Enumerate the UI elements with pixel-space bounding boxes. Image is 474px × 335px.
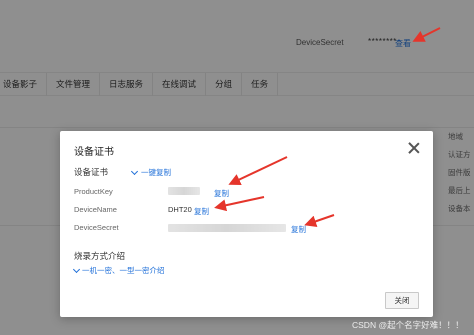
chevron-down-icon [72, 265, 81, 273]
device-name-label: DeviceName [74, 205, 117, 214]
close-icon[interactable] [407, 141, 421, 155]
burn-method-title: 烧录方式介绍 [74, 251, 126, 261]
product-key-label: ProductKey [74, 187, 113, 196]
section-title: 设备证书 [74, 167, 109, 177]
burn-method-link[interactable]: 一机一密、一型一密介绍 [72, 265, 165, 276]
device-secret-value-masked [168, 224, 286, 232]
copy-all-link[interactable]: 一键复制 [130, 167, 171, 178]
copy-all-label: 一键复制 [141, 168, 171, 177]
device-secret-label: DeviceSecret [74, 223, 119, 232]
dialog-title: 设备证书 [74, 147, 114, 158]
copy-device-name-link[interactable]: 复制 [194, 206, 209, 217]
watermark: CSDN @起个名字好难！！！ [352, 320, 464, 330]
copy-device-secret-link[interactable]: 复制 [291, 224, 306, 235]
device-certificate-dialog: 设备证书 设备证书 一键复制 ProductKey 复制 DeviceName … [60, 131, 433, 317]
device-name-value: DHT20 [168, 205, 192, 214]
copy-product-key-link[interactable]: 复制 [214, 188, 229, 199]
close-button[interactable]: 关闭 [385, 292, 419, 309]
product-key-value-masked [168, 187, 200, 195]
burn-method-link-label: 一机一密、一型一密介绍 [82, 266, 165, 275]
chevron-down-icon [130, 167, 139, 175]
